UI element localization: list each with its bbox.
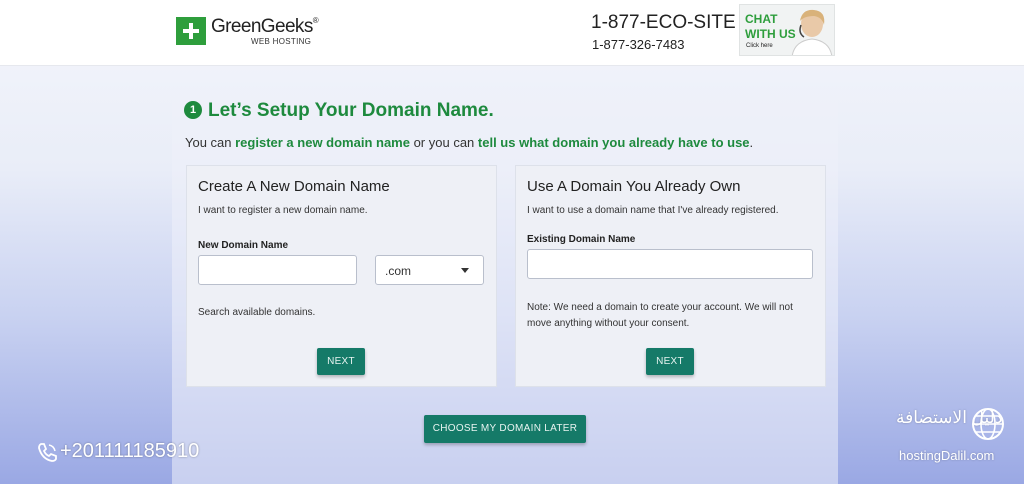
watermark-site: hostingDalil.com: [899, 448, 995, 463]
new-domain-heading: Create A New Domain Name: [198, 178, 390, 195]
new-domain-description: I want to register a new domain name.: [198, 205, 368, 216]
existing-domain-card: Use A Domain You Already Own I want to u…: [515, 165, 826, 387]
watermark-phone: +201111185910: [60, 440, 200, 462]
phone-alt[interactable]: 1-877-326-7483: [592, 37, 685, 52]
new-domain-card: Create A New Domain Name I want to regis…: [186, 165, 497, 387]
brand-mark: ®: [312, 16, 319, 25]
page-title: Let’s Setup Your Domain Name.: [208, 100, 494, 121]
use-existing-domain-link[interactable]: tell us what domain you already have to …: [478, 135, 750, 150]
new-domain-input[interactable]: [198, 255, 357, 285]
existing-domain-label: Existing Domain Name: [527, 234, 636, 245]
search-available-text: Search available domains.: [198, 307, 316, 318]
intro-mid: or you can: [409, 135, 478, 150]
plus-logo-icon: [176, 17, 206, 45]
new-domain-next-button[interactable]: NEXT: [317, 348, 365, 375]
agent-avatar-icon: [791, 9, 833, 55]
brand-subtitle: WEB HOSTING: [251, 37, 312, 46]
tld-selected-value: .com: [385, 264, 412, 278]
chat-with-us-button[interactable]: CHAT WITH US Click here: [739, 4, 835, 56]
new-domain-label: New Domain Name: [198, 240, 289, 251]
register-new-domain-link[interactable]: register a new domain name: [235, 135, 410, 150]
globe-icon: [972, 408, 1004, 440]
brand-name: GreenGeeks: [211, 16, 313, 37]
intro-text: You can register a new domain name or yo…: [185, 135, 753, 150]
chat-click-here: Click here: [746, 43, 773, 49]
chevron-down-icon: [461, 268, 469, 273]
greengeeks-logo[interactable]: GreenGeeks® WEB HOSTING: [176, 16, 319, 47]
tld-select[interactable]: .com: [375, 255, 484, 285]
existing-domain-input[interactable]: [527, 249, 813, 279]
top-header: GreenGeeks® WEB HOSTING 1-877-ECO-SITE 1…: [0, 0, 1024, 66]
intro-post: .: [749, 135, 754, 150]
phone-main[interactable]: 1-877-ECO-SITE: [591, 12, 736, 34]
step-number-badge: 1: [184, 101, 202, 119]
intro-pre: You can: [185, 135, 236, 150]
choose-domain-later-button[interactable]: CHOOSE MY DOMAIN LATER: [424, 415, 586, 443]
phone-icon: [38, 443, 57, 462]
existing-domain-heading: Use A Domain You Already Own: [527, 178, 741, 195]
existing-domain-next-button[interactable]: NEXT: [646, 348, 694, 375]
existing-domain-note: Note: We need a domain to create your ac…: [527, 302, 793, 329]
existing-domain-description: I want to use a domain name that I've al…: [527, 205, 779, 216]
